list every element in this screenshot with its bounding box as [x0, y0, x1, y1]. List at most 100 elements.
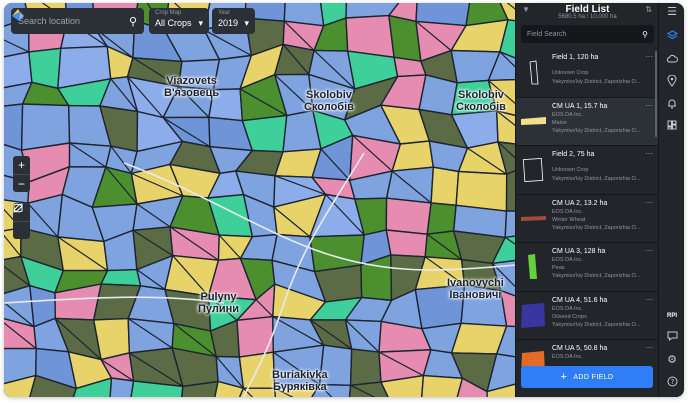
plus-icon: + — [560, 371, 568, 383]
dashboard-icon[interactable] — [659, 120, 684, 134]
chevron-down-icon: ▾ — [244, 18, 249, 28]
place-label-ivanovychi: Ivanovychi Івановичі — [447, 277, 504, 301]
map-view[interactable]: Viazovets В'язовець Skolobiv Сколобів Skol… — [4, 3, 515, 397]
field-thumbnail — [522, 157, 544, 182]
field-polygon[interactable] — [504, 210, 515, 239]
year-label: Year — [218, 10, 231, 16]
search-icon[interactable]: ⚲ — [642, 30, 648, 39]
field-owner: EOS DA Inc. — [552, 354, 583, 360]
field-owner: EOS DA Inc. — [552, 305, 583, 312]
add-field-button[interactable]: + ADD FIELD — [521, 366, 653, 388]
field-location: Yakymivs'kiy District, Zaporizhia O... — [552, 176, 641, 182]
field-list-item[interactable]: CM UA 5, 50.8 ha ⋯ EOS DA Inc. — [516, 340, 659, 367]
field-polygon[interactable] — [20, 103, 71, 152]
settings-gear-icon[interactable]: ⚙ — [659, 354, 684, 366]
location-search-input[interactable]: Search location — [18, 16, 129, 26]
more-options-icon[interactable]: ⋯ — [645, 295, 653, 304]
field-title: CM UA 1, 15.7 ha — [552, 102, 608, 110]
field-thumbnail — [528, 254, 537, 279]
notification-bell-icon[interactable] — [659, 98, 684, 113]
field-crop: Winter Wheat — [552, 216, 586, 223]
map-layers-icon[interactable] — [13, 203, 30, 239]
help-icon[interactable]: ? — [659, 376, 684, 391]
place-label-skolobiv: Skolobiv Сколобів — [304, 89, 354, 113]
field-owner: EOS DA Inc. — [552, 111, 583, 118]
more-options-icon[interactable]: ⋯ — [645, 198, 653, 207]
location-search[interactable]: Search location ⚲ — [11, 8, 144, 34]
field-polygon[interactable] — [418, 74, 459, 116]
field-crop: Unknown Crop — [552, 167, 589, 173]
field-location: Yakymivs'kiy District, Zaporizhia O... — [552, 224, 641, 231]
field-crop: Oilseed Crops — [552, 313, 587, 320]
place-label-buriakivka: Buriakivka Бурякiвка — [272, 369, 328, 393]
field-polygon[interactable] — [426, 202, 457, 236]
field-list-item[interactable]: Field 2, 75 ha ⋯ Unknown Crop Yakymivs'kiy … — [516, 146, 659, 195]
field-polygon[interactable] — [385, 197, 432, 235]
field-polygon[interactable] — [109, 377, 135, 397]
field-thumbnail — [521, 302, 545, 328]
right-rail: ☰ RPI ⚙ ? — [658, 3, 684, 397]
field-polygon[interactable] — [100, 268, 142, 287]
field-list-item[interactable]: CM UA 1, 15.7 ha ⋯ EOS DA Inc. Maize Yakymiv… — [516, 97, 659, 146]
field-thumbnail — [521, 351, 545, 367]
field-title: Field 2, 75 ha — [552, 151, 595, 158]
place-label-skolobiv-east: Skolobiv Сколобів — [456, 89, 506, 113]
field-polygon[interactable] — [385, 229, 428, 258]
field-polygon[interactable] — [505, 167, 516, 212]
field-polygon[interactable] — [345, 14, 395, 59]
place-label-viazovets: Viazovets В'язовець — [164, 75, 220, 99]
place-label-pulyny: Pulyny Пулини — [198, 291, 240, 315]
rpi-label[interactable]: RPI — [659, 310, 684, 322]
scrollbar[interactable] — [655, 51, 657, 137]
search-icon[interactable]: ⚲ — [129, 15, 137, 28]
more-options-icon[interactable]: ⋯ — [645, 343, 653, 352]
crop-map-label: Crop Map — [155, 10, 182, 16]
field-list-item[interactable]: CM UA 2, 13.2 ha ⋯ EOS DA Inc. Winter Wheat… — [516, 195, 659, 243]
add-field-label: ADD FIELD — [573, 373, 614, 381]
field-search-input[interactable]: Field Search — [527, 31, 642, 38]
field-thumbnail — [529, 60, 539, 85]
map-fields-layer[interactable] — [4, 3, 515, 397]
menu-icon[interactable]: ☰ — [659, 6, 684, 18]
field-title: CM UA 4, 51.6 ha — [552, 296, 608, 304]
field-title: Field 1, 120 ha — [552, 54, 599, 61]
field-thumbnail — [521, 116, 546, 125]
zoom-in-button[interactable]: + — [13, 156, 30, 174]
more-options-icon[interactable]: ⋯ — [645, 246, 653, 255]
crop-map-select[interactable]: Crop Map All Crops ▾ — [149, 8, 209, 34]
field-polygon[interactable] — [4, 103, 24, 152]
field-list-item[interactable]: Field 1, 120 ha ⋯ Unknown Crop Yakymivs'kiy… — [516, 49, 659, 98]
field-polygon[interactable] — [430, 166, 460, 207]
field-owner: EOS DA Inc. — [552, 257, 583, 263]
field-polygon[interactable] — [349, 348, 382, 387]
zoom-controls: + − — [13, 156, 30, 192]
map-tools — [13, 203, 30, 239]
more-options-icon[interactable]: ⋯ — [645, 101, 653, 110]
field-polygon[interactable] — [236, 315, 275, 358]
zoom-out-button[interactable]: − — [13, 174, 30, 192]
field-crop: Peas — [552, 265, 565, 271]
field-list: Field 1, 120 ha ⋯ Unknown Crop Yakymivs'kiy… — [516, 49, 659, 367]
feedback-icon[interactable] — [659, 331, 684, 345]
svg-text:?: ? — [670, 378, 674, 386]
field-location: Yakymivs'kiy District, Zaporizhia O... — [552, 79, 641, 85]
year-value: 2019 — [218, 18, 239, 28]
field-list-panel: ▼ Field List 5680.5 ha / 10,000 ha ⇅ Fie… — [515, 3, 659, 397]
more-options-icon[interactable]: ⋯ — [645, 52, 653, 61]
weather-cloud-icon[interactable] — [659, 54, 684, 68]
field-search[interactable]: Field Search ⚲ — [521, 25, 654, 43]
more-options-icon[interactable]: ⋯ — [645, 149, 653, 158]
field-title: CM UA 2, 13.2 ha — [552, 199, 608, 207]
field-title: CM UA 5, 50.8 ha — [552, 345, 608, 352]
eos-logo-icon — [12, 9, 24, 21]
sort-icon[interactable]: ⇅ — [645, 5, 652, 14]
field-location: Yakymivs'kiy District, Zaporizhia O... — [552, 273, 641, 279]
year-select[interactable]: Year 2019 ▾ — [212, 8, 255, 34]
chevron-down-icon: ▾ — [198, 18, 203, 28]
location-pin-icon[interactable] — [659, 74, 684, 91]
field-polygon[interactable] — [455, 170, 508, 212]
field-polygon[interactable] — [421, 374, 464, 397]
field-list-item[interactable]: CM UA 4, 51.6 ha ⋯ EOS DA Inc. Oilseed Crop… — [516, 292, 659, 340]
field-list-item[interactable]: CM UA 3, 128 ha ⋯ EOS DA Inc. Peas Yakymivs'… — [516, 243, 659, 292]
fields-layers-icon[interactable] — [659, 30, 684, 45]
